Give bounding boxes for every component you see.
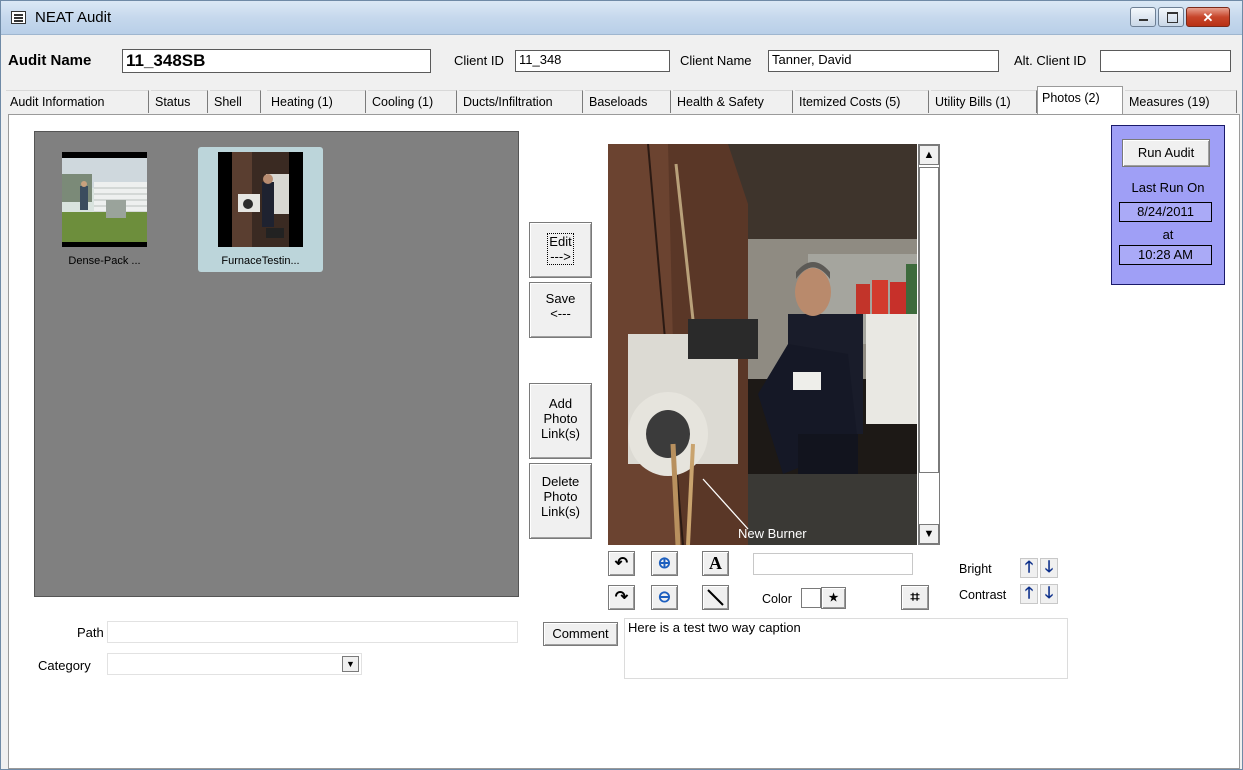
last-run-label: Last Run On <box>1131 180 1205 195</box>
alt-client-id-field[interactable] <box>1100 50 1231 72</box>
zoom-out-icon[interactable]: ⊖ <box>651 585 678 610</box>
bright-down-icon[interactable]: 🡓 <box>1040 558 1058 578</box>
color-picker-button[interactable]: ★ <box>821 587 846 609</box>
add-label-2: Photo <box>543 411 578 426</box>
thumbnail-image <box>218 152 303 247</box>
thumbnail-caption: Dense-Pack ... <box>68 255 141 267</box>
tab-heating[interactable]: Heating (1) <box>267 90 366 113</box>
comment-button[interactable]: Comment <box>543 622 618 646</box>
save-arrow: <--- <box>550 306 571 321</box>
rotate-right-icon[interactable]: ↷ <box>608 585 635 610</box>
tab-measures[interactable]: Measures (19) <box>1125 90 1237 113</box>
form-icon <box>11 11 26 24</box>
thumbnail-item[interactable]: Dense-Pack ... <box>42 147 167 272</box>
add-label-1: Add <box>548 396 573 411</box>
path-label: Path <box>77 625 104 640</box>
zoom-in-icon[interactable]: ⊕ <box>651 551 678 576</box>
contrast-up-icon[interactable]: 🡑 <box>1020 584 1038 604</box>
delete-photo-link-button[interactable]: Delete Photo Link(s) <box>529 463 592 539</box>
client-id-label: Client ID <box>454 53 504 68</box>
thumbnail-gallery[interactable]: Dense-Pack ... FurnaceTestin... <box>34 131 519 597</box>
run-audit-panel: Run Audit Last Run On 8/24/2011 at 10:28… <box>1111 125 1225 285</box>
photo-preview: New Burner <box>608 144 917 545</box>
photo-annotation-text: New Burner <box>738 526 807 541</box>
bright-up-icon[interactable]: 🡑 <box>1020 558 1038 578</box>
add-photo-link-button[interactable]: Add Photo Link(s) <box>529 383 592 459</box>
path-field[interactable] <box>107 621 518 643</box>
line-tool-icon[interactable] <box>702 585 729 610</box>
tab-itemized-costs[interactable]: Itemized Costs (5) <box>795 90 929 113</box>
save-label: Save <box>545 291 576 306</box>
audit-name-field[interactable]: 11_348SB <box>122 49 431 73</box>
comment-field[interactable]: Here is a test two way caption <box>624 618 1068 679</box>
last-run-date: 8/24/2011 <box>1119 202 1212 222</box>
tab-baseloads[interactable]: Baseloads <box>585 90 671 113</box>
rotate-left-icon[interactable]: ↶ <box>608 551 635 576</box>
category-label: Category <box>38 658 91 673</box>
close-button[interactable] <box>1186 7 1230 27</box>
tab-utility-bills[interactable]: Utility Bills (1) <box>931 90 1037 113</box>
save-button[interactable]: Save <--- <box>529 282 592 338</box>
tab-health-safety[interactable]: Health & Safety <box>673 90 793 113</box>
delete-label-2: Photo <box>543 489 578 504</box>
thumbnail-caption: FurnaceTestin... <box>221 255 300 267</box>
maximize-button[interactable] <box>1158 7 1184 27</box>
run-audit-button[interactable]: Run Audit <box>1122 139 1210 167</box>
contrast-down-icon[interactable]: 🡓 <box>1040 584 1058 604</box>
bright-label: Bright <box>959 562 992 576</box>
tab-audit-information[interactable]: Audit Information <box>6 90 149 113</box>
annotation-text-input[interactable] <box>753 553 913 575</box>
at-label: at <box>1162 227 1174 242</box>
scroll-down-button[interactable]: ▼ <box>919 524 939 544</box>
category-select[interactable] <box>107 653 362 675</box>
photo-scrollbar[interactable]: ▲ ▼ <box>918 144 940 545</box>
minimize-button[interactable] <box>1130 7 1156 27</box>
color-swatch[interactable] <box>801 588 821 608</box>
thumbnail-image <box>62 152 147 247</box>
delete-label-3: Link(s) <box>540 504 580 519</box>
contrast-label: Contrast <box>959 588 1007 602</box>
client-name-label: Client Name <box>680 53 752 68</box>
audit-name-label: Audit Name <box>8 52 92 69</box>
neat-audit-window: NEAT Audit Audit Name 11_348SB Client ID… <box>0 0 1243 770</box>
edit-button[interactable]: Edit ---> <box>529 222 592 278</box>
text-tool-icon[interactable]: A <box>702 551 729 576</box>
tab-cooling[interactable]: Cooling (1) <box>368 90 457 113</box>
client-id-field[interactable]: 11_348 <box>515 50 670 72</box>
chevron-down-icon[interactable]: ▼ <box>342 656 359 672</box>
add-label-3: Link(s) <box>540 426 580 441</box>
tab-ducts-infiltration[interactable]: Ducts/Infiltration <box>459 90 583 113</box>
client-name-field[interactable]: Tanner, David <box>768 50 999 72</box>
thumbnail-item-selected[interactable]: FurnaceTestin... <box>198 147 323 272</box>
window-title: NEAT Audit <box>35 9 112 26</box>
tab-status[interactable]: Status <box>151 90 208 113</box>
delete-label-1: Delete <box>541 474 580 489</box>
alt-client-id-label: Alt. Client ID <box>1014 53 1087 68</box>
scroll-thumb[interactable] <box>919 167 939 473</box>
tab-photos[interactable]: Photos (2) <box>1037 86 1123 114</box>
furnace-photo <box>608 144 917 545</box>
color-label: Color <box>762 592 792 606</box>
tab-shell[interactable]: Shell <box>210 90 261 113</box>
last-run-time: 10:28 AM <box>1119 245 1212 265</box>
scroll-up-button[interactable]: ▲ <box>919 145 939 165</box>
edit-arrow: ---> <box>550 249 571 264</box>
title-bar: NEAT Audit <box>1 1 1242 35</box>
edit-label: Edit <box>549 234 572 249</box>
crop-icon[interactable]: ⌗ <box>901 585 929 610</box>
